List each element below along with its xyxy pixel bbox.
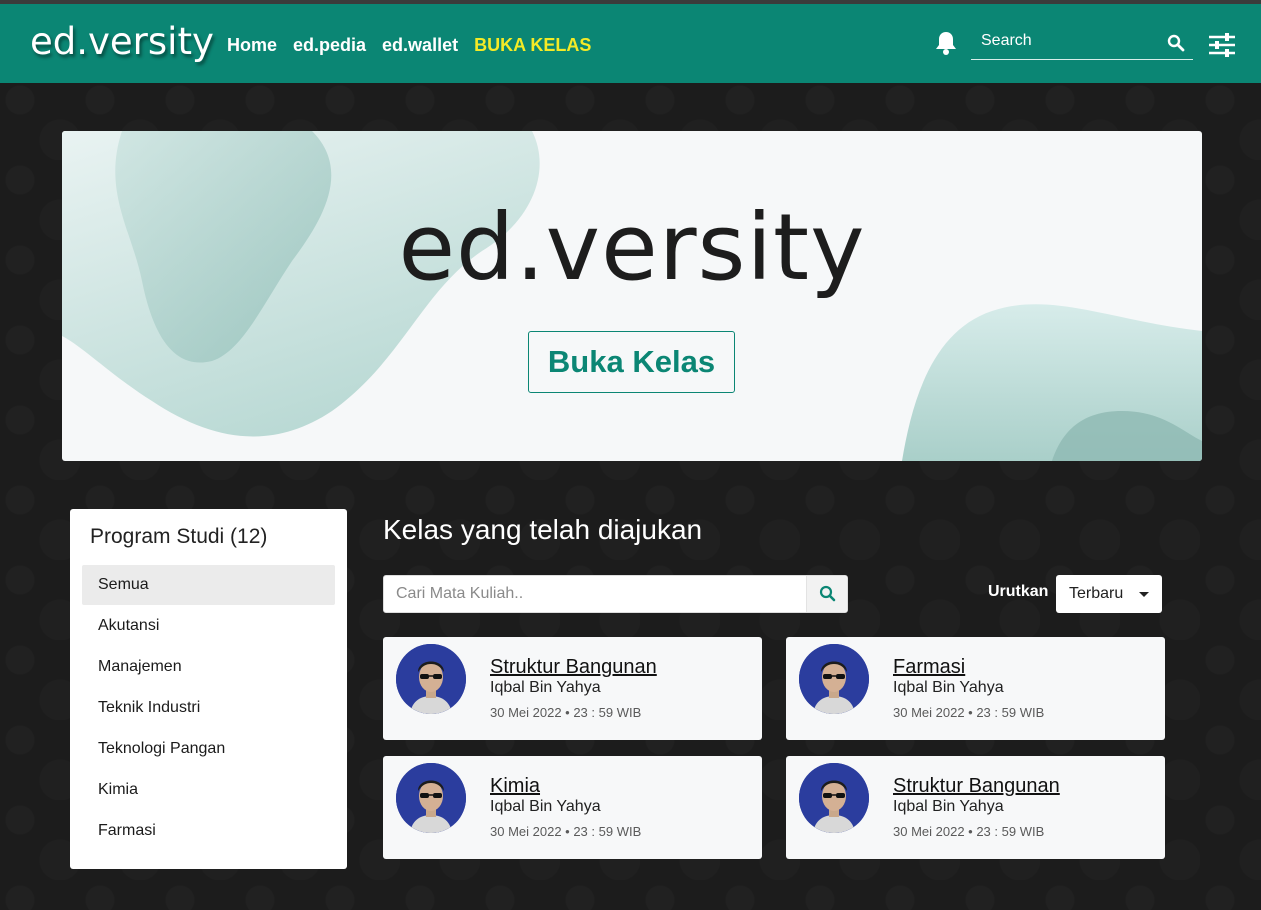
course-search-button[interactable]: [806, 576, 847, 612]
course-author: Iqbal Bin Yahya: [893, 798, 1004, 815]
sidebar-list: Semua Akutansi Manajemen Teknik Industri…: [82, 565, 335, 852]
banner-logo: ed.versity: [398, 194, 866, 301]
course-search-input[interactable]: [384, 576, 807, 612]
avatar: [799, 763, 869, 833]
caret-down-icon: [1139, 592, 1149, 597]
search-icon[interactable]: [1167, 34, 1185, 52]
sliders-icon[interactable]: [1208, 32, 1236, 58]
course-date: 30 Mei 2022 • 23 : 59 WIB: [490, 705, 642, 720]
course-author: Iqbal Bin Yahya: [893, 679, 1004, 696]
course-card[interactable]: Struktur Bangunan Iqbal Bin Yahya 30 Mei…: [383, 637, 762, 740]
search-icon: [819, 585, 836, 602]
logo[interactable]: ed.versity: [30, 20, 214, 64]
avatar: [799, 644, 869, 714]
sort-value: Terbaru: [1069, 585, 1124, 602]
nav-edpedia[interactable]: ed.pedia: [293, 34, 366, 56]
nav-edwallet[interactable]: ed.wallet: [382, 34, 458, 56]
nav-buka-kelas[interactable]: BUKA KELAS: [474, 34, 591, 56]
hero-banner: ed.versity Buka Kelas: [62, 131, 1202, 461]
navbar: ed.versity Home ed.pedia ed.wallet BUKA …: [0, 4, 1261, 83]
program-studi-sidebar: Program Studi (12) Semua Akutansi Manaje…: [70, 509, 347, 869]
sidebar-item-teknologi-pangan[interactable]: Teknologi Pangan: [82, 729, 335, 769]
sidebar-title: Program Studi (12): [90, 525, 268, 548]
course-card[interactable]: Struktur Bangunan Iqbal Bin Yahya 30 Mei…: [786, 756, 1165, 859]
top-search[interactable]: Search: [971, 28, 1193, 60]
buka-kelas-button[interactable]: Buka Kelas: [528, 331, 735, 393]
course-date: 30 Mei 2022 • 23 : 59 WIB: [893, 705, 1045, 720]
course-author: Iqbal Bin Yahya: [490, 798, 601, 815]
sidebar-item-manajemen[interactable]: Manajemen: [82, 647, 335, 687]
course-search: [383, 575, 848, 613]
nav-links: Home ed.pedia ed.wallet BUKA KELAS: [227, 34, 591, 56]
avatar: [396, 644, 466, 714]
sidebar-item-kimia[interactable]: Kimia: [82, 770, 335, 810]
course-title[interactable]: Kimia: [490, 775, 540, 798]
sort-dropdown[interactable]: Terbaru: [1056, 575, 1162, 613]
course-card[interactable]: Farmasi Iqbal Bin Yahya 30 Mei 2022 • 23…: [786, 637, 1165, 740]
sidebar-item-semua[interactable]: Semua: [82, 565, 335, 605]
course-date: 30 Mei 2022 • 23 : 59 WIB: [893, 824, 1045, 839]
sidebar-item-teknik-industri[interactable]: Teknik Industri: [82, 688, 335, 728]
avatar: [396, 763, 466, 833]
section-title: Kelas yang telah diajukan: [383, 514, 703, 545]
course-date: 30 Mei 2022 • 23 : 59 WIB: [490, 824, 642, 839]
nav-home[interactable]: Home: [227, 34, 277, 56]
course-title[interactable]: Farmasi: [893, 656, 965, 679]
course-title[interactable]: Struktur Bangunan: [490, 656, 657, 679]
top-search-placeholder: Search: [981, 32, 1032, 49]
bell-icon[interactable]: [934, 30, 958, 56]
sort-label: Urutkan: [988, 583, 1049, 600]
sidebar-item-farmasi[interactable]: Farmasi: [82, 811, 335, 851]
course-card[interactable]: Kimia Iqbal Bin Yahya 30 Mei 2022 • 23 :…: [383, 756, 762, 859]
sidebar-item-akutansi[interactable]: Akutansi: [82, 606, 335, 646]
course-title[interactable]: Struktur Bangunan: [893, 775, 1060, 798]
course-author: Iqbal Bin Yahya: [490, 679, 601, 696]
